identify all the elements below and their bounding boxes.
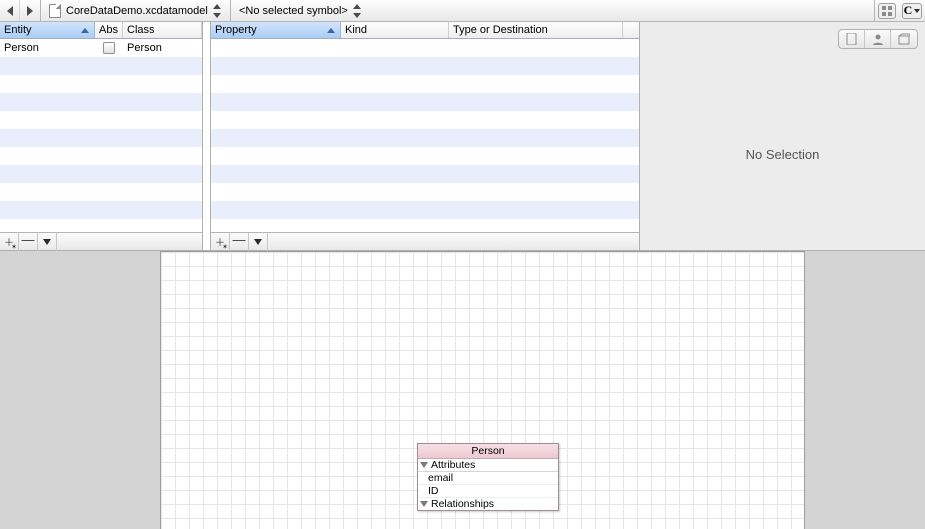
triangle-down-icon [254,239,262,245]
inspector-tab-identity[interactable] [865,30,891,48]
inspector-tab-file[interactable] [839,30,865,48]
jumpbar-symbol-segment[interactable]: <No selected symbol> [231,0,875,21]
add-property-button[interactable]: ＋✶ [211,233,230,251]
header-label: Property [215,24,257,36]
datamodel-file-icon [49,4,61,18]
entity-col-header-entity[interactable]: Entity [0,22,95,38]
cube-icon [898,33,910,45]
property-col-header-kind[interactable]: Kind [341,22,449,38]
entity-table-header: Entity Abs Class [0,22,202,39]
disclosure-triangle-icon[interactable] [420,501,428,507]
entity-node-attributes-header[interactable]: Attributes [418,459,558,472]
header-label: Kind [345,24,367,36]
table-row[interactable]: Person Person [0,39,202,57]
counterparts-button[interactable]: C [902,3,922,19]
section-label: Relationships [431,498,494,510]
entity-pane: Entity Abs Class Person Person ＋✶ — [0,22,203,250]
minus-icon: — [22,232,35,247]
entity-table-body[interactable]: Person Person [0,39,202,232]
chevron-down-icon [914,9,920,13]
jumpbar-file-label: CoreDataDemo.xcdatamodel [66,5,208,17]
header-label: Class [127,24,155,36]
property-col-header-property[interactable]: Property [211,22,341,38]
property-pane-footer: ＋✶ — [211,232,639,250]
diagram-right-margin [805,251,925,529]
header-label: Abs [99,24,118,36]
inspector-placeholder: No Selection [640,147,925,162]
diagram-canvas-wrap: Person Attributes email ID Relationships [160,251,805,529]
entity-node-relationships-header[interactable]: Relationships [418,498,558,510]
entity-abstract-cell[interactable] [95,39,123,57]
gear-icon: ✶ [11,243,17,251]
history-nav [0,0,41,21]
remove-entity-button[interactable]: — [19,233,38,251]
updown-icon [213,4,221,18]
inspector-tab-pill [838,29,918,49]
diagram-canvas[interactable]: Person Attributes email ID Relationships [160,251,805,529]
counterparts-label: C [904,3,913,18]
entity-name-cell: Person [0,39,95,57]
grid-icon [882,6,892,16]
property-table-body[interactable] [211,39,639,232]
entity-node-person[interactable]: Person Attributes email ID Relationships [417,443,559,511]
diagram-area: Person Attributes email ID Relationships [0,251,925,529]
diagram-left-margin [0,251,160,529]
back-button[interactable] [0,0,20,21]
gear-icon: ✶ [222,243,228,251]
document-icon [846,33,858,45]
add-entity-button[interactable]: ＋✶ [0,233,19,251]
inspector-tab-datamodel[interactable] [891,30,917,48]
entity-col-header-class[interactable]: Class [123,22,202,38]
disclosure-triangle-icon[interactable] [420,462,428,468]
jumpbar-symbol-label: <No selected symbol> [239,5,348,17]
jumpbar-right-controls: C [875,0,925,21]
entity-attribute-item[interactable]: email [418,472,558,485]
person-icon [872,33,884,45]
updown-icon [353,4,361,18]
entity-attribute-item[interactable]: ID [418,485,558,498]
inspector-pane: No Selection [640,22,925,250]
property-menu-button[interactable] [249,233,268,251]
header-label: Entity [4,24,32,36]
triangle-down-icon [43,239,51,245]
jumpbar-file-segment[interactable]: CoreDataDemo.xcdatamodel [41,0,231,21]
pane-gap [203,22,211,250]
header-label: Type or Destination [453,24,548,36]
checkbox-icon[interactable] [103,42,115,54]
minus-icon: — [233,232,246,247]
entity-col-header-abs[interactable]: Abs [95,22,123,38]
property-col-scroll-gutter [623,22,639,38]
entity-pane-footer: ＋✶ — [0,232,202,250]
remove-property-button[interactable]: — [230,233,249,251]
upper-split: Entity Abs Class Person Person ＋✶ — Prop… [0,22,925,251]
section-label: Attributes [431,459,475,471]
forward-button[interactable] [20,0,40,21]
jump-bar: CoreDataDemo.xcdatamodel <No selected sy… [0,0,925,22]
triangle-left-icon [7,6,13,16]
property-pane: Property Kind Type or Destination ＋✶ — [211,22,640,250]
entity-menu-button[interactable] [38,233,57,251]
triangle-right-icon [27,6,33,16]
entity-node-title[interactable]: Person [418,444,558,459]
entity-class-cell: Person [123,39,202,57]
related-items-button[interactable] [878,3,896,19]
property-table-header: Property Kind Type or Destination [211,22,639,39]
property-col-header-type[interactable]: Type or Destination [449,22,623,38]
